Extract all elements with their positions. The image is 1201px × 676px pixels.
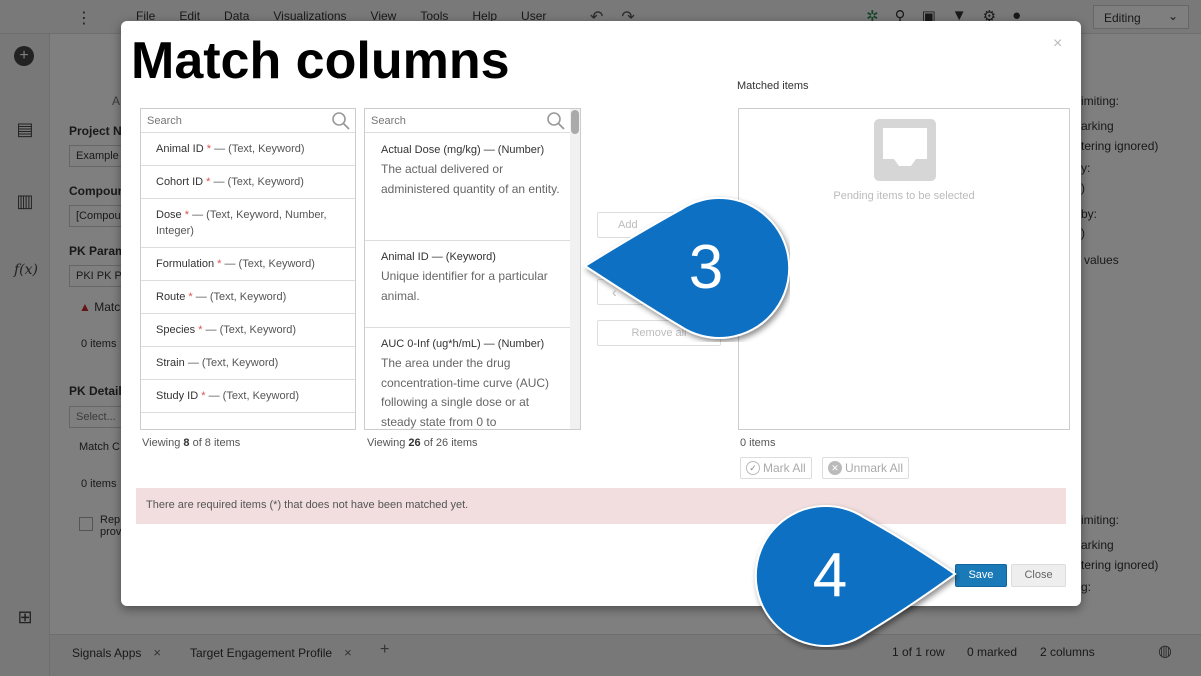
list-item[interactable]: Animal ID — (Keyword) Unique identifier … [365,241,570,328]
field-types: — (Text, Keyword) [187,357,279,369]
field-name: Study ID [156,390,199,402]
source-search [141,109,355,133]
inbox-icon [874,119,936,181]
required-marker: * [188,291,193,303]
field-name: Cohort ID [156,176,204,188]
definition-viewing-count: Viewing 26 of 26 items [367,437,478,449]
source-search-input[interactable] [141,109,355,133]
required-marker: * [206,143,212,155]
viewing-count: 26 [408,437,421,449]
close-button[interactable]: Close [1011,564,1066,587]
viewing-prefix: Viewing [142,437,181,449]
field-types: — (Text, Keyword) [213,176,304,188]
list-item[interactable]: Study ID * — (Text, Keyword) [141,380,355,413]
callout-number-3: 3 [688,233,724,302]
field-name: Animal ID [156,143,204,155]
definition-description: Unique identifier for a particular anima… [381,269,548,303]
field-types: — (Text, Keyword) [214,143,305,155]
source-viewing-count: Viewing 8 of 8 items [142,437,240,449]
field-types: — (Text, Keyword, Number, Integer) [156,209,327,237]
mark-all-label: Mark All [763,461,806,475]
field-types: — (Text, Keyword) [224,258,315,270]
definition-name: Actual Dose (mg/kg) [381,144,481,156]
search-icon [547,112,565,130]
scrollbar-thumb[interactable] [571,110,579,134]
definition-list: Actual Dose (mg/kg) — (Number) The actua… [364,108,581,430]
list-item[interactable]: AUC 0-Inf (ug*h/mL) — (Number) The area … [365,328,570,429]
viewing-total: of 8 items [192,437,241,449]
list-item[interactable]: Cohort ID * — (Text, Keyword) [141,166,355,199]
definition-description: The actual delivered or administered qua… [381,162,560,196]
definition-name: AUC 0-Inf (ug*h/mL) [381,338,481,350]
unmark-all-button[interactable]: ✕ Unmark All [822,457,910,479]
definition-name: Animal ID [381,251,429,263]
list-item[interactable]: Dose * — (Text, Keyword, Number, Integer… [141,199,355,248]
list-item[interactable]: Formulation * — (Text, Keyword) [141,248,355,281]
callout-3: 3 [580,192,791,342]
list-item[interactable]: Species * — (Text, Keyword) [141,314,355,347]
field-types: — (Text, Keyword) [205,324,297,336]
list-scrollbar[interactable] [570,109,580,429]
viewing-prefix: Viewing [367,437,406,449]
field-types: — (Text, Keyword) [208,390,300,402]
definition-type: — (Number) [483,144,545,156]
search-icon [332,112,350,130]
list-item[interactable]: Actual Dose (mg/kg) — (Number) The actua… [365,134,570,241]
source-columns-list: Animal ID * — (Text, Keyword) Cohort ID … [140,108,356,430]
definition-search [365,109,570,133]
field-types: — (Text, Keyword) [195,291,287,303]
required-marker: * [206,176,211,188]
mark-all-button[interactable]: ✓ Mark All [740,457,812,479]
check-circle-icon: ✓ [746,461,760,475]
required-marker: * [184,209,190,221]
matched-items-count: 0 items [740,437,776,449]
field-name: Dose [156,209,182,221]
required-marker: * [217,258,222,270]
definition-description: The area under the drug concentration-ti… [381,356,550,429]
list-item[interactable]: Strain — (Text, Keyword) [141,347,355,380]
definition-search-input[interactable] [365,109,570,133]
matched-items-label: Matched items [737,80,809,92]
callout-4: 4 [745,500,960,650]
definition-type: — (Keyword) [431,251,496,263]
required-marker: * [198,324,203,336]
x-circle-icon: ✕ [828,461,842,475]
save-button[interactable]: Save [955,564,1007,587]
viewing-count: 8 [183,437,190,449]
definition-type: — (Number) [483,338,545,350]
field-name: Formulation [156,258,215,270]
field-name: Species [156,324,196,336]
field-name: Strain [156,357,185,369]
close-icon[interactable]: × [1053,35,1062,53]
unmark-all-label: Unmark All [845,461,904,475]
viewing-total: of 26 items [423,437,478,449]
list-item[interactable]: Route * — (Text, Keyword) [141,281,355,314]
list-item[interactable]: Animal ID * — (Text, Keyword) [141,133,355,166]
required-marker: * [201,390,206,402]
dialog-title: Match columns [131,32,510,90]
field-name: Route [156,291,186,303]
callout-number-4: 4 [812,541,848,610]
